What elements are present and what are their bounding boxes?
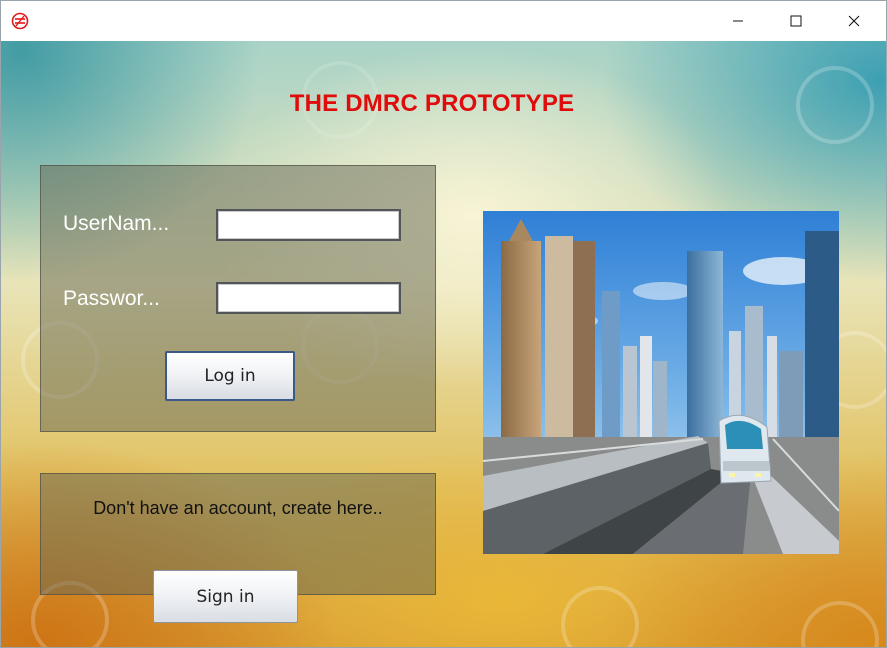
app-window: THE DMRC PROTOTYPE UserNam... Passwor...… [0, 0, 887, 648]
close-button[interactable] [825, 1, 883, 41]
login-button[interactable]: Log in [165, 351, 295, 401]
watermark-icon [561, 586, 639, 647]
close-icon [848, 15, 860, 27]
password-label: Passwor... [63, 287, 160, 310]
title-bar[interactable] [1, 1, 886, 41]
dmrc-logo-icon [11, 12, 29, 30]
maximize-button[interactable] [767, 1, 825, 41]
metro-city-photo [483, 211, 839, 554]
username-label: UserNam... [63, 212, 170, 235]
minimize-icon [733, 20, 743, 22]
background-panel: THE DMRC PROTOTYPE UserNam... Passwor...… [1, 41, 886, 647]
create-account-text: Don't have an account, create here.. [93, 498, 383, 518]
username-input[interactable] [216, 209, 401, 241]
password-input[interactable] [216, 282, 401, 314]
maximize-icon [790, 15, 802, 27]
page-title: THE DMRC PROTOTYPE [289, 90, 575, 117]
signup-panel: Don't have an account, create here.. Sig… [40, 473, 436, 623]
minimize-button[interactable] [709, 1, 767, 41]
watermark-icon [801, 601, 879, 647]
signin-button[interactable]: Sign in [153, 570, 298, 623]
login-panel: UserNam... Passwor... Log in [40, 165, 436, 432]
